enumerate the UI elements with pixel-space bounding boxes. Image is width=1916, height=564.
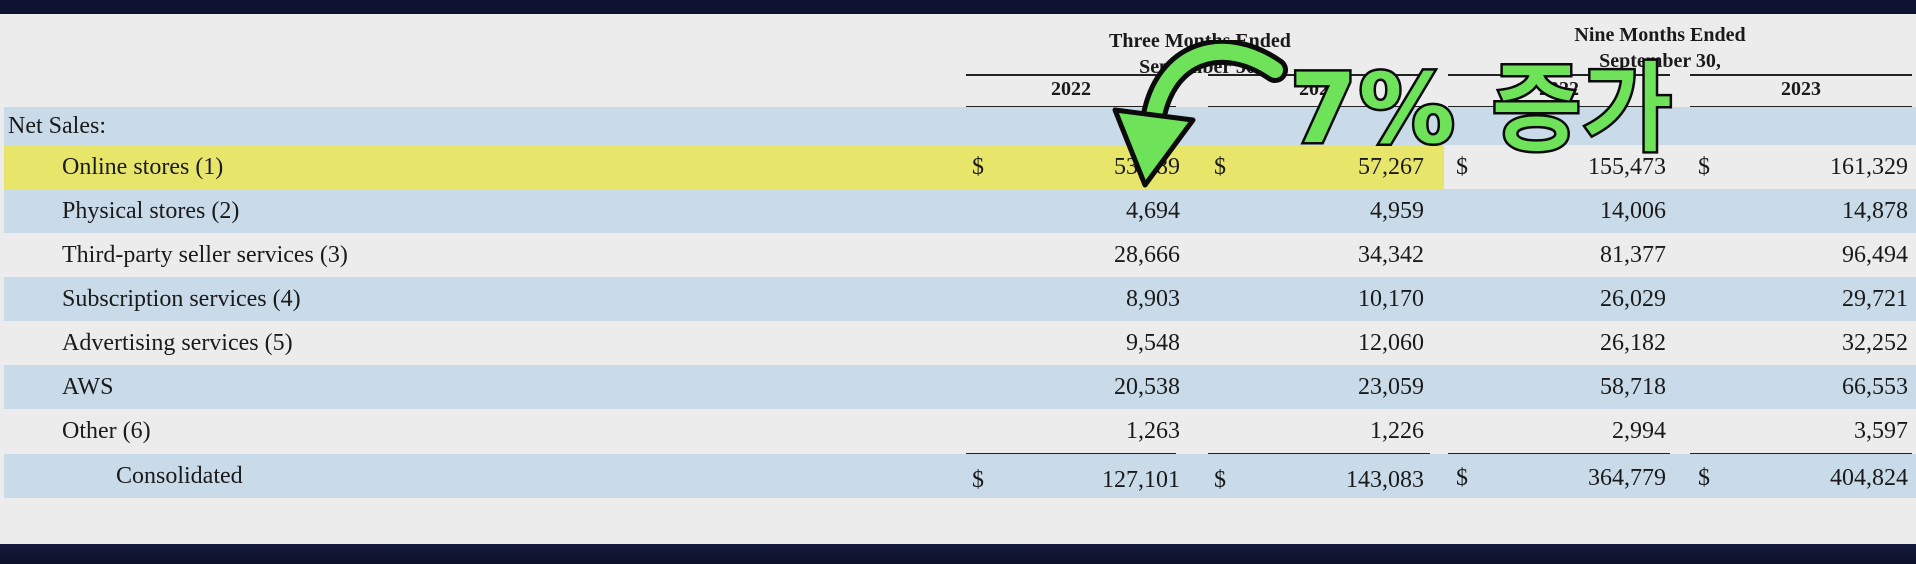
cell-value: 10,170	[1358, 286, 1424, 312]
cell-value: 1,226	[1370, 418, 1424, 444]
table-row: Third-party seller services (3) 28,666 3…	[4, 233, 1916, 277]
cell-value: 1,263	[1126, 418, 1180, 444]
table-row: Other (6) 1,263 1,226 2,994 3,597	[4, 409, 1916, 453]
total-value: 364,779	[1588, 465, 1666, 491]
row-label: Other (6)	[62, 418, 151, 444]
cell-value: 66,553	[1842, 374, 1908, 400]
cell-value: 81,377	[1600, 242, 1666, 268]
table-row: Advertising services (5) 9,548 12,060 26…	[4, 321, 1916, 365]
cell-value: 9,548	[1126, 330, 1180, 356]
currency-symbol: $	[1214, 467, 1226, 493]
table-row: AWS 20,538 23,059 58,718 66,553	[4, 365, 1916, 409]
cell-value: 20,538	[1114, 374, 1180, 400]
cell-value: 29,721	[1842, 286, 1908, 312]
currency-symbol: $	[1698, 154, 1710, 180]
cell-value: 32,252	[1842, 330, 1908, 356]
cell-value: 26,182	[1600, 330, 1666, 356]
cell-value: 58,718	[1600, 374, 1666, 400]
cell-value: 14,006	[1600, 198, 1666, 224]
cell-value: 23,059	[1358, 374, 1424, 400]
cell-value: 8,903	[1126, 286, 1180, 312]
growth-annotation: 7% 증가	[1287, 52, 1674, 167]
cell-value: 4,959	[1370, 198, 1424, 224]
year-header: 2023	[1781, 78, 1821, 100]
total-value: 143,083	[1346, 467, 1424, 493]
row-label: Online stores (1)	[62, 154, 224, 180]
cell-value: 96,494	[1842, 242, 1908, 268]
row-label: Advertising services (5)	[62, 330, 293, 356]
section-title: Net Sales:	[8, 113, 106, 139]
bottom-band	[0, 544, 1916, 564]
row-label: AWS	[62, 374, 114, 400]
currency-symbol: $	[1698, 465, 1710, 491]
cell-value: 12,060	[1358, 330, 1424, 356]
curved-arrow-icon	[1112, 40, 1288, 188]
total-label: Consolidated	[116, 463, 243, 489]
cell-value: 26,029	[1600, 286, 1666, 312]
currency-symbol: $	[972, 467, 984, 493]
total-value: 404,824	[1830, 465, 1908, 491]
row-label: Physical stores (2)	[62, 198, 240, 224]
cell-value: 28,666	[1114, 242, 1180, 268]
cell-value: 2,994	[1612, 418, 1666, 444]
nine-months-header-line1: Nine Months Ended	[1574, 24, 1746, 46]
table-row: Subscription services (4) 8,903 10,170 2…	[4, 277, 1916, 321]
currency-symbol: $	[972, 154, 984, 180]
table-row: Physical stores (2) 4,694 4,959 14,006 1…	[4, 189, 1916, 233]
cell-value: 34,342	[1358, 242, 1424, 268]
cell-value: 3,597	[1854, 418, 1908, 444]
cell-value: 161,329	[1830, 154, 1908, 180]
cell-value: 14,878	[1842, 198, 1908, 224]
financial-table: Three Months Ended September 30, Nine Mo…	[0, 14, 1916, 550]
total-value: 127,101	[1102, 467, 1180, 493]
row-label: Subscription services (4)	[62, 286, 301, 312]
total-row: Consolidated $ 127,101 $ 143,083 $ 364,7…	[4, 454, 1916, 498]
cell-value: 4,694	[1126, 198, 1180, 224]
row-label: Third-party seller services (3)	[62, 242, 348, 268]
currency-symbol: $	[1456, 465, 1468, 491]
